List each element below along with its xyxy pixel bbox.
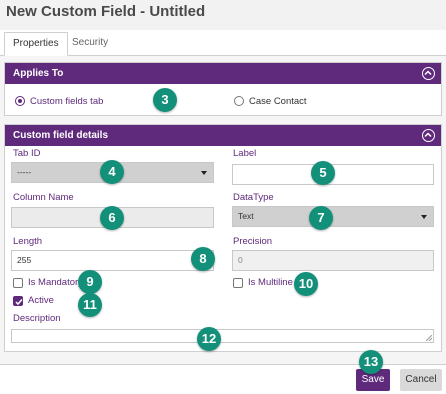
callout-badge: 12: [197, 327, 221, 351]
is-mandatory-label: Is Mandatory: [28, 277, 83, 288]
chevron-down-icon: [421, 215, 427, 219]
chevron-down-icon: [201, 171, 207, 175]
radio-case-contact[interactable]: Case Contact: [234, 94, 307, 108]
custom-field-details-title: Custom field details: [13, 130, 109, 141]
applies-to-header[interactable]: Applies To: [5, 63, 441, 84]
tab-bar: Properties Security: [0, 30, 446, 56]
applies-to-title: Applies To: [13, 68, 64, 79]
cancel-button[interactable]: Cancel: [400, 369, 442, 391]
checkbox-unchecked-icon: [13, 277, 23, 288]
radio-label-custom-fields-tab: Custom fields tab: [30, 95, 104, 107]
datatype-value: Text: [238, 211, 254, 221]
checkbox-unchecked-icon: [233, 277, 243, 288]
is-mandatory-checkbox[interactable]: Is Mandatory: [13, 277, 83, 288]
precision-value: 0: [238, 255, 243, 265]
callout-badge: 7: [309, 206, 333, 230]
tab-id-value: -----: [17, 167, 32, 177]
callout-badge: 6: [100, 206, 124, 230]
tab-security[interactable]: Security: [64, 32, 116, 56]
callout-badge: 9: [78, 270, 102, 294]
label-field-label: Label: [233, 148, 257, 159]
callout-badge: 11: [78, 293, 102, 317]
precision-label: Precision: [233, 236, 273, 247]
description-textarea[interactable]: [11, 329, 434, 343]
custom-field-details-panel: Custom field details: [4, 124, 442, 352]
precision-input[interactable]: 0: [232, 250, 434, 271]
tab-properties[interactable]: Properties: [4, 32, 68, 56]
callout-badge: 13: [359, 350, 383, 374]
custom-field-details-header[interactable]: Custom field details: [5, 125, 441, 146]
radio-custom-fields-tab[interactable]: Custom fields tab: [15, 94, 103, 108]
resize-grip-icon[interactable]: [426, 335, 432, 341]
radio-selected-icon: [15, 96, 25, 106]
title-bar: New Custom Field - Untitled: [0, 0, 446, 30]
checkbox-checked-icon: [13, 295, 23, 306]
tab-id-label: Tab ID: [13, 148, 41, 159]
callout-badge: 10: [294, 272, 318, 296]
applies-to-panel: Applies To Custom fields tab Case Contac…: [4, 62, 442, 116]
radio-label-case-contact: Case Contact: [249, 95, 307, 107]
dialog-title: New Custom Field - Untitled: [6, 3, 206, 20]
callout-badge: 3: [153, 88, 177, 112]
datatype-label: DataType: [233, 192, 274, 203]
callout-badge: 5: [311, 161, 335, 185]
radio-unselected-icon: [234, 96, 244, 106]
is-multiline-label: Is Multiline: [248, 277, 293, 288]
description-label: Description: [13, 313, 61, 324]
length-input[interactable]: 255: [11, 250, 214, 271]
datatype-select[interactable]: Text: [232, 206, 434, 227]
collapse-icon[interactable]: [422, 129, 435, 142]
length-value: 255: [17, 255, 32, 265]
is-multiline-checkbox[interactable]: Is Multiline: [233, 277, 293, 288]
collapse-icon[interactable]: [422, 67, 435, 80]
active-checkbox[interactable]: Active: [13, 295, 54, 306]
callout-badge: 4: [100, 160, 124, 184]
callout-badge: 8: [191, 247, 215, 271]
column-name-label: Column Name: [13, 192, 74, 203]
active-label: Active: [28, 295, 54, 306]
length-label: Length: [13, 236, 43, 247]
